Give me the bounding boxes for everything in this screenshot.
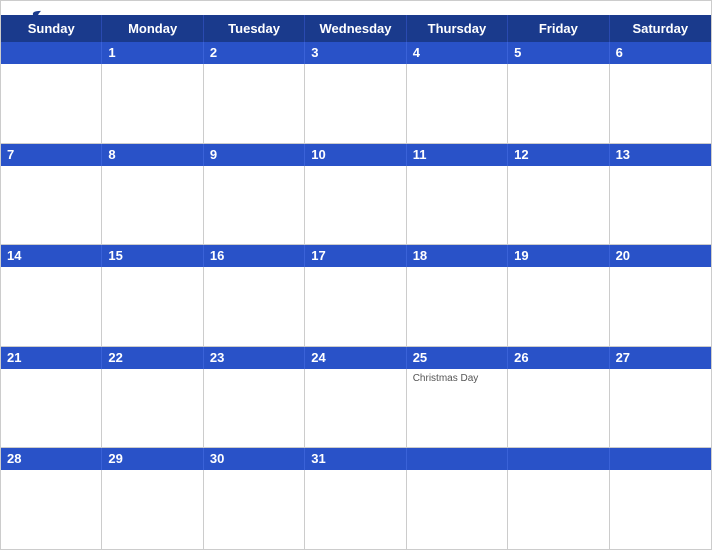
week-content-row-5 [1,470,711,549]
day-content-cell [407,470,508,549]
day-content-cell [102,369,203,448]
day-content-cell [1,166,102,245]
day-number-cell: 2 [204,42,305,64]
day-content-cell [508,166,609,245]
day-header-friday: Friday [508,15,609,42]
day-number-cell: 31 [305,448,406,470]
logo-area [17,9,47,29]
calendar: SundayMondayTuesdayWednesdayThursdayFrid… [0,0,712,550]
day-content-cell [508,267,609,346]
day-content-cell [610,470,711,549]
day-content-cell [102,470,203,549]
day-number-cell: 3 [305,42,406,64]
day-content-cell [102,64,203,143]
week-number-row-1: 123456 [1,42,711,64]
day-content-cell [407,64,508,143]
week-5: 28293031 [1,448,711,549]
day-content-cell [407,267,508,346]
week-4: 21222324252627 Christmas Day [1,347,711,449]
day-headers-row: SundayMondayTuesdayWednesdayThursdayFrid… [1,15,711,42]
event-label: Christmas Day [413,373,501,384]
day-number-cell: 25 [407,347,508,369]
day-content-cell [1,267,102,346]
day-content-cell [610,64,711,143]
week-number-row-4: 21222324252627 [1,347,711,369]
week-number-row-2: 78910111213 [1,144,711,166]
day-number-cell: 15 [102,245,203,267]
day-content-cell [204,166,305,245]
day-number-cell: 27 [610,347,711,369]
day-number-cell: 17 [305,245,406,267]
day-number-cell [1,42,102,64]
day-number-cell: 4 [407,42,508,64]
day-number-cell: 20 [610,245,711,267]
day-number-cell: 11 [407,144,508,166]
calendar-body: 1234567891011121314151617181920212223242… [1,42,711,549]
day-content-cell [610,166,711,245]
day-number-cell: 8 [102,144,203,166]
day-number-cell: 12 [508,144,609,166]
day-header-saturday: Saturday [610,15,711,42]
day-content-cell [102,267,203,346]
week-3: 14151617181920 [1,245,711,347]
day-number-cell: 30 [204,448,305,470]
day-content-cell [1,470,102,549]
day-number-cell: 7 [1,144,102,166]
week-content-row-4: Christmas Day [1,369,711,448]
day-content-cell [305,369,406,448]
week-1: 123456 [1,42,711,144]
day-content-cell [508,64,609,143]
day-number-cell: 9 [204,144,305,166]
day-number-cell: 28 [1,448,102,470]
day-number-cell: 22 [102,347,203,369]
day-content-cell [305,166,406,245]
day-content-cell [1,369,102,448]
day-header-wednesday: Wednesday [305,15,406,42]
day-content-cell [305,267,406,346]
day-number-cell: 23 [204,347,305,369]
day-content-cell [204,267,305,346]
week-2: 78910111213 [1,144,711,246]
week-content-row-3 [1,267,711,346]
day-content-cell [508,470,609,549]
week-content-row-2 [1,166,711,245]
day-content-cell [407,166,508,245]
day-number-cell: 21 [1,347,102,369]
day-content-cell [508,369,609,448]
calendar-header [1,1,711,15]
week-number-row-5: 28293031 [1,448,711,470]
day-number-cell: 14 [1,245,102,267]
day-header-tuesday: Tuesday [204,15,305,42]
day-number-cell: 13 [610,144,711,166]
day-content-cell [305,64,406,143]
day-header-monday: Monday [102,15,203,42]
day-number-cell: 26 [508,347,609,369]
day-number-cell: 16 [204,245,305,267]
day-content-cell [204,369,305,448]
day-content-cell [102,166,203,245]
day-content-cell [610,267,711,346]
day-header-thursday: Thursday [407,15,508,42]
day-number-cell [610,448,711,470]
day-content-cell [204,64,305,143]
logo-bird-icon [17,9,45,29]
day-number-cell: 18 [407,245,508,267]
day-number-cell: 29 [102,448,203,470]
day-number-cell [407,448,508,470]
day-number-cell: 24 [305,347,406,369]
week-number-row-3: 14151617181920 [1,245,711,267]
day-content-cell [1,64,102,143]
day-number-cell: 6 [610,42,711,64]
day-number-cell: 19 [508,245,609,267]
day-number-cell: 10 [305,144,406,166]
day-number-cell: 5 [508,42,609,64]
day-number-cell [508,448,609,470]
day-content-cell [305,470,406,549]
week-content-row-1 [1,64,711,143]
day-content-cell [610,369,711,448]
day-content-cell: Christmas Day [407,369,508,448]
day-number-cell: 1 [102,42,203,64]
day-content-cell [204,470,305,549]
